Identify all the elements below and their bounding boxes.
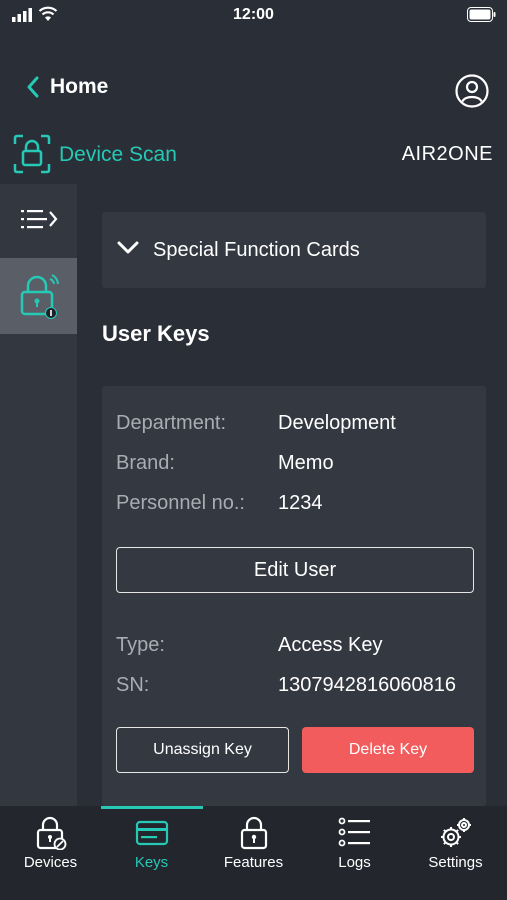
info-row-personnel: Personnel no.: 1234 (116, 492, 476, 518)
info-row-brand: Brand: Memo (116, 452, 476, 478)
back-label: Home (50, 75, 109, 98)
list-expand-icon (20, 210, 57, 229)
main-content: Special Function Cards User Keys Departm… (77, 184, 507, 806)
unassign-key-button[interactable]: Unassign Key (116, 727, 289, 773)
chevron-left-icon (27, 76, 39, 98)
header: Home Device Scan AIR2ONE (0, 30, 507, 184)
tab-label: Features (223, 854, 284, 871)
key-card-icon (135, 820, 168, 846)
battery-icon (467, 7, 496, 22)
info-label: Brand: (116, 452, 175, 474)
device-name: AIR2ONE (401, 143, 493, 165)
section-label: Special Function Cards (153, 239, 360, 261)
chevron-down-icon (117, 241, 139, 254)
info-label: Personnel no.: (116, 492, 245, 514)
info-label: SN: (116, 674, 150, 696)
sidebar-toggle[interactable] (0, 184, 77, 254)
device-scan-row[interactable]: Device Scan AIR2ONE (0, 126, 507, 184)
tab-settings[interactable]: Settings (405, 806, 506, 900)
tab-label: Logs (338, 854, 371, 871)
device-scan-icon (13, 134, 51, 174)
tab-label: Keys (134, 854, 169, 871)
info-value: 1234 (278, 492, 323, 514)
tab-features[interactable]: Features (203, 806, 304, 900)
device-scan-label: Device Scan (59, 143, 177, 166)
tab-keys[interactable]: Keys (101, 806, 202, 900)
info-value: 1307942816060816 (278, 674, 456, 696)
tab-logs[interactable]: Logs (304, 806, 405, 900)
info-row-department: Department: Development (116, 412, 476, 438)
tab-label: Devices (23, 854, 78, 871)
sidebar (0, 184, 77, 806)
back-button[interactable]: Home (26, 72, 108, 102)
info-label: Type: (116, 634, 165, 656)
special-function-cards-section[interactable]: Special Function Cards (102, 212, 486, 288)
delete-key-button[interactable]: Delete Key (302, 727, 474, 773)
section-title: User Keys (102, 321, 210, 346)
lock-settings-icon (36, 816, 66, 850)
tab-devices[interactable]: Devices (0, 806, 101, 900)
info-value: Memo (278, 452, 334, 474)
status-bar: 12:00 (0, 0, 507, 30)
info-row-sn: SN: 1307942816060816 (116, 674, 476, 700)
lock-features-icon (240, 816, 267, 850)
profile-icon[interactable] (455, 74, 489, 108)
user-key-card: Department: Development Brand: Memo Pers… (102, 386, 486, 806)
bottom-nav: Devices Keys Features Logs Settings (0, 806, 507, 900)
info-row-type: Type: Access Key (116, 634, 476, 660)
tab-label: Settings (428, 854, 483, 871)
gears-icon (440, 818, 471, 847)
info-label: Department: (116, 412, 227, 434)
info-value: Access Key (278, 634, 383, 656)
status-time: 12:00 (233, 6, 274, 23)
info-value: Development (278, 412, 396, 434)
sidebar-item-lock[interactable] (0, 258, 77, 334)
list-icon (338, 817, 370, 847)
lock-wireless-icon (20, 274, 59, 319)
edit-user-button[interactable]: Edit User (116, 547, 474, 593)
